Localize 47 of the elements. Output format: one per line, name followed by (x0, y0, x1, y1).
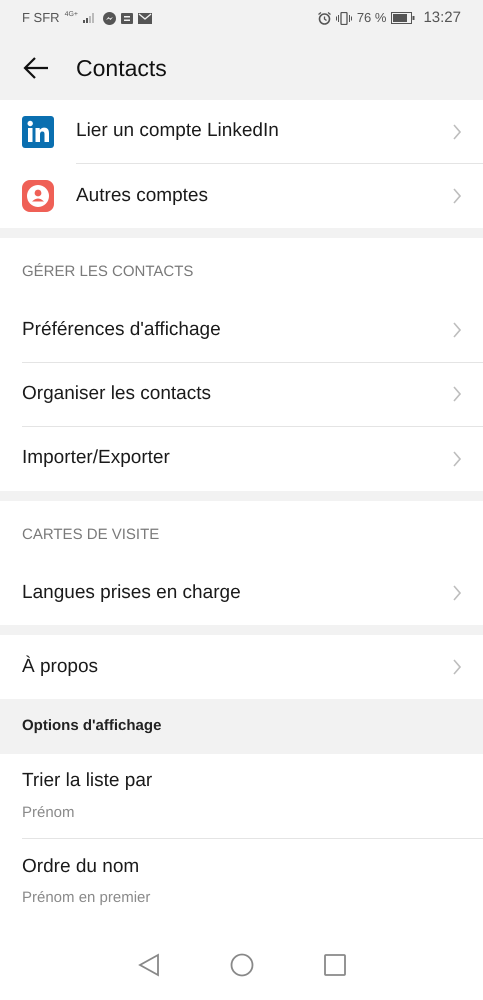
row-label: Autres comptes (76, 184, 209, 208)
row-label: Lier un compte LinkedIn (76, 119, 280, 144)
settings-row[interactable]: Langues prises en charge (0, 561, 483, 625)
settings-row[interactable]: À propos (0, 635, 483, 699)
carrier-name: F SFR (22, 9, 60, 28)
screen-title: Contacts (76, 54, 167, 83)
settings-row[interactable]: Préférences d'affichage (0, 298, 483, 362)
back-button[interactable] (22, 56, 50, 80)
settings-row[interactable]: Trier la liste par Prénom (0, 754, 483, 838)
section-header: GÉRER LES CONTACTS (21, 262, 194, 282)
row-label: Organiser les contacts (22, 382, 212, 406)
row-value: Prénom en premier (22, 888, 150, 908)
notification-icon (121, 12, 133, 24)
battery-icon (391, 12, 416, 24)
row-label: Ordre du nom (22, 854, 140, 878)
row-value: Prénom (22, 802, 76, 822)
settings-row[interactable]: Organiser les contacts (0, 362, 483, 426)
section-header: Options d'affichage (0, 699, 483, 754)
messenger-icon (103, 12, 116, 24)
settings-row[interactable]: Importer/Exporter (0, 426, 483, 490)
row-label: Préférences d'affichage (22, 318, 222, 342)
home-nav-icon (230, 953, 254, 977)
row-label: À propos (22, 654, 100, 679)
chevron-right-icon (453, 659, 461, 675)
row-label: Langues prises en charge (22, 580, 242, 605)
battery-percent: 76 % (356, 9, 386, 28)
linkedin-logo-icon (22, 116, 54, 148)
section-header: CARTES DE VISITE (21, 524, 160, 544)
chevron-right-icon (453, 124, 461, 140)
row-label: Trier la liste par (22, 769, 152, 793)
person-icon (22, 180, 54, 212)
chevron-right-icon (453, 386, 461, 402)
clock-time: 13:27 (423, 8, 461, 28)
chevron-right-icon (453, 450, 461, 466)
back-nav-icon (138, 953, 160, 977)
settings-row[interactable]: Ordre du nom Prénom en premier (0, 838, 483, 924)
chevron-right-icon (453, 585, 461, 601)
chevron-right-icon (453, 188, 461, 204)
signal-icon (83, 13, 95, 23)
vibrate-icon (336, 12, 352, 24)
settings-row[interactable]: Lier un compte LinkedIn (0, 100, 483, 164)
alarm-icon (318, 12, 331, 24)
recents-nav-icon (324, 954, 346, 976)
settings-row[interactable]: Autres comptes (0, 164, 483, 228)
mail-icon (138, 12, 152, 24)
chevron-right-icon (453, 322, 461, 338)
row-label: Importer/Exporter (22, 446, 171, 470)
